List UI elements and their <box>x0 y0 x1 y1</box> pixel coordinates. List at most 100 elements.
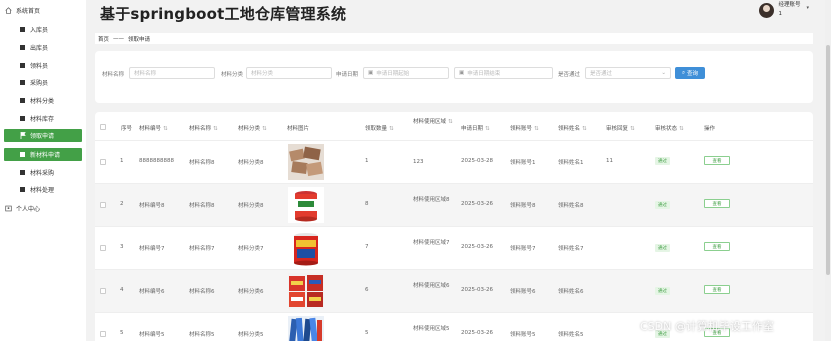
status-badge: 通过 <box>655 157 670 165</box>
sort-icon[interactable]: ⇅ <box>679 126 684 132</box>
date-start-placeholder: 申请日期起始 <box>376 71 410 77</box>
material-image[interactable] <box>288 316 324 341</box>
sidebar-item-pickup-request[interactable]: 领取申请 <box>4 129 82 142</box>
sort-icon[interactable]: ⇅ <box>630 126 635 132</box>
status-badge: 通过 <box>655 201 670 209</box>
row-checkbox[interactable] <box>100 288 106 294</box>
square-icon <box>19 26 26 33</box>
row-quantity: 8 <box>365 201 369 207</box>
view-button[interactable]: 查看 <box>704 285 730 294</box>
row-account: 领料账号8 <box>510 203 536 209</box>
data-table: 序号 材料编号 ⇅ 材料名称 ⇅ 材料分类 ⇅ 材料图片 领取数量 ⇅ 材料使用区域 ⇅ … <box>95 112 813 341</box>
breadcrumb-current: 领取申请 <box>128 36 151 43</box>
breadcrumb-home[interactable]: 首页 <box>98 35 109 43</box>
select-all-checkbox[interactable] <box>100 124 106 130</box>
sidebar-item-material-category[interactable]: 材料分类 <box>0 94 86 107</box>
user-sub: 1 <box>778 11 782 17</box>
sidebar-item-new-material-request[interactable]: 新材料申请 <box>4 148 82 161</box>
sort-icon[interactable]: ⇅ <box>485 126 490 132</box>
col-name[interactable]: 材料名称 ⇅ <box>189 124 218 132</box>
watermark: CSDN @计算机毕设工作室 <box>640 320 774 333</box>
sidebar-item-material-purchase[interactable]: 材料采购 <box>0 166 86 179</box>
sort-icon[interactable]: ⇅ <box>448 119 453 125</box>
col-quantity-label: 领取数量 <box>365 126 388 132</box>
square-icon <box>19 115 26 122</box>
material-image[interactable] <box>288 230 324 266</box>
user-icon <box>5 205 12 212</box>
row-person: 领料姓名7 <box>558 246 584 252</box>
page-scrollbar[interactable] <box>825 0 831 341</box>
scrollbar-thumb[interactable] <box>826 45 830 275</box>
material-image[interactable] <box>288 187 324 223</box>
sort-icon[interactable]: ⇅ <box>389 126 394 132</box>
col-person-label: 领料姓名 <box>558 126 581 132</box>
search-button[interactable]: ⌕ 查询 <box>675 67 705 79</box>
row-checkbox[interactable] <box>100 159 106 165</box>
view-button[interactable]: 查看 <box>704 156 730 165</box>
square-icon <box>19 169 26 176</box>
col-status-label: 审核状态 <box>655 126 678 132</box>
col-status[interactable]: 审核状态 ⇅ <box>655 124 684 132</box>
calendar-icon: ▣ <box>368 70 374 76</box>
row-checkbox[interactable] <box>100 245 106 251</box>
col-date-label: 申请日期 <box>461 126 484 132</box>
sidebar-item-material-disposal[interactable]: 材料处理 <box>0 183 86 196</box>
sort-icon[interactable]: ⇅ <box>582 126 587 132</box>
date-start-input[interactable]: ▣ 申请日期起始 <box>363 67 449 79</box>
col-area-label: 材料使用区域 <box>413 119 447 125</box>
filter-panel: 材料名称 材料名称 材料分类 材料分类 申请日期 ▣ 申请日期起始 ▣ 申请日期… <box>95 51 813 103</box>
sidebar-item-outbound-staff[interactable]: 出库员 <box>0 41 86 54</box>
material-image[interactable] <box>288 273 324 309</box>
category-input[interactable]: 材料分类 <box>246 67 332 79</box>
row-date: 2025-03-26 <box>461 201 493 207</box>
row-checkbox[interactable] <box>100 202 106 208</box>
status-badge: 通过 <box>655 287 670 295</box>
pass-label: 是否通过 <box>558 72 581 78</box>
date-end-input[interactable]: ▣ 申请日期结束 <box>454 67 553 79</box>
col-image: 材料图片 <box>287 126 310 132</box>
col-code[interactable]: 材料编号 ⇅ <box>139 124 168 132</box>
col-area[interactable]: 材料使用区域 ⇅ <box>413 118 455 126</box>
sidebar-item-material-stock[interactable]: 材料库存 <box>0 112 86 125</box>
view-button[interactable]: 查看 <box>704 242 730 251</box>
sidebar-item-inbound-staff[interactable]: 入库员 <box>0 23 86 36</box>
category-placeholder: 材料分类 <box>251 71 274 77</box>
row-quantity: 6 <box>365 287 369 293</box>
col-category[interactable]: 材料分类 ⇅ <box>238 124 267 132</box>
col-reply[interactable]: 审核回复 ⇅ <box>606 124 635 132</box>
sidebar-item-purchaser[interactable]: 采购员 <box>0 76 86 89</box>
material-name-label: 材料名称 <box>102 72 125 78</box>
row-category: 材料分类5 <box>238 332 264 338</box>
row-account: 领料账号5 <box>510 332 536 338</box>
row-category: 材料分类7 <box>238 246 264 252</box>
row-index: 1 <box>120 158 124 164</box>
date-label: 申请日期 <box>336 72 359 78</box>
material-name-input[interactable]: 材料名称 <box>129 67 215 79</box>
col-date[interactable]: 申请日期 ⇅ <box>461 124 490 132</box>
table-header: 序号 材料编号 ⇅ 材料名称 ⇅ 材料分类 ⇅ 材料图片 领取数量 ⇅ 材料使用区域 ⇅ … <box>95 112 813 141</box>
sidebar-item-label: 材料库存 <box>30 116 55 123</box>
row-checkbox[interactable] <box>100 331 106 337</box>
pass-select[interactable]: 是否通过 ⌄ <box>585 67 671 79</box>
col-person[interactable]: 领料姓名 ⇅ <box>558 124 587 132</box>
col-account[interactable]: 领料账号 ⇅ <box>510 124 539 132</box>
sort-icon[interactable]: ⇅ <box>534 126 539 132</box>
sort-icon[interactable]: ⇅ <box>262 126 267 132</box>
chevron-down-icon: ⌄ <box>661 70 666 76</box>
row-quantity: 1 <box>365 158 369 164</box>
flag-icon <box>19 132 26 139</box>
sidebar-item-profile[interactable]: 个人中心 <box>0 202 86 215</box>
header: 基于springboot工地仓库管理系统 经理账号 1 ▾ <box>86 0 831 30</box>
row-person: 领料姓名1 <box>558 160 584 166</box>
col-quantity[interactable]: 领取数量 ⇅ <box>365 124 394 132</box>
sidebar-item-picker[interactable]: 领料员 <box>0 59 86 72</box>
sidebar-item-home[interactable]: 系统首页 <box>0 4 86 17</box>
row-reply: 11 <box>606 158 613 164</box>
user-menu[interactable]: 经理账号 1 ▾ <box>759 0 809 24</box>
view-button[interactable]: 查看 <box>704 199 730 208</box>
sort-icon[interactable]: ⇅ <box>213 126 218 132</box>
row-category: 材料分类8 <box>238 203 264 209</box>
material-image[interactable] <box>288 144 324 180</box>
row-name: 材料名称8 <box>189 203 215 209</box>
sort-icon[interactable]: ⇅ <box>163 126 168 132</box>
